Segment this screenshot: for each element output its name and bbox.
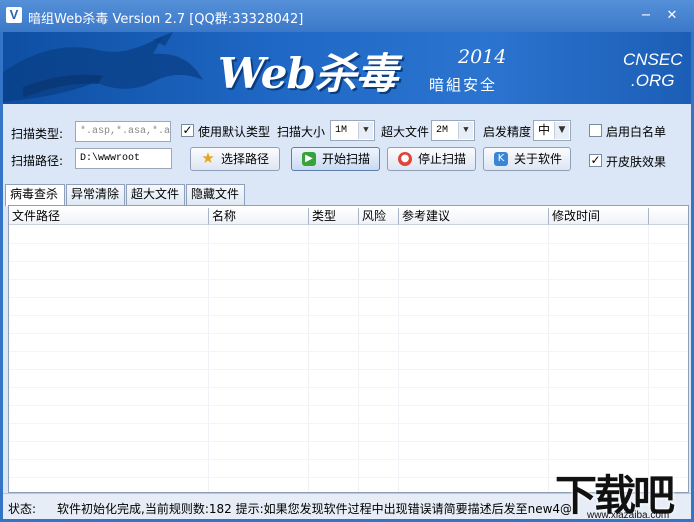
window-title: 暗组Web杀毒 Version 2.7 [QQ群:33328042] (28, 12, 304, 27)
app-window: V 暗组Web杀毒 Version 2.7 [QQ群:33328042] − ✕… (0, 0, 694, 522)
use-default-type-checkbox[interactable]: ✓ (181, 124, 194, 137)
chevron-down-icon: ▼ (458, 122, 473, 139)
column-divider (208, 225, 209, 492)
banner-org-line1: CNSEC (623, 50, 683, 69)
start-scan-button[interactable]: ▶ 开始扫描 (291, 147, 380, 171)
row-gridline (9, 261, 688, 262)
table-header: 文件路径 名称 类型 风险 参考建议 修改时间 (9, 208, 688, 225)
stop-scan-label: 停止扫描 (418, 152, 467, 166)
tab-large-files[interactable]: 超大文件 (126, 184, 185, 205)
row-gridline (9, 315, 688, 316)
tab-anomaly-clean[interactable]: 异常清除 (66, 184, 125, 205)
column-header-modified[interactable]: 修改时间 (549, 208, 649, 225)
start-scan-label: 开始扫描 (322, 152, 371, 166)
column-divider (648, 225, 649, 492)
row-gridline (9, 459, 688, 460)
close-button[interactable]: ✕ (662, 7, 682, 25)
tab-virus-scan[interactable]: 病毒查杀 (5, 184, 65, 206)
row-gridline (9, 369, 688, 370)
large-file-label: 超大文件 (381, 125, 430, 139)
scan-path-input[interactable]: D:\wwwroot (75, 148, 172, 169)
column-header-risk[interactable]: 风险 (359, 208, 399, 225)
heuristic-label: 启发精度 (483, 125, 532, 139)
chevron-down-icon: ▼ (554, 122, 569, 139)
scan-type-input[interactable]: *.asp,*.asa,*.a (75, 121, 171, 142)
row-gridline (9, 279, 688, 280)
column-header-path[interactable]: 文件路径 (9, 208, 209, 225)
tab-hidden-files[interactable]: 隐藏文件 (186, 184, 245, 205)
scan-type-label: 扫描类型: (11, 127, 64, 141)
column-header-filler (649, 208, 688, 225)
banner-org-line2: .ORG (631, 71, 675, 90)
star-icon: ★ (201, 149, 215, 167)
skin-effect-label: 开皮肤效果 (606, 155, 667, 169)
watermark: 下载吧 www.xiazaiba.com (555, 462, 694, 522)
row-gridline (9, 423, 688, 424)
banner-subtitle: 暗組安全 (429, 76, 498, 94)
status-label: 状态: (8, 502, 37, 516)
use-default-type-label: 使用默认类型 (198, 125, 271, 139)
column-header-advice[interactable]: 参考建议 (399, 208, 549, 225)
scan-size-value: 1M (335, 125, 348, 136)
row-gridline (9, 351, 688, 352)
column-divider (308, 225, 309, 492)
whitelist-label: 启用白名单 (606, 125, 667, 139)
about-button[interactable]: K 关于软件 (483, 147, 571, 171)
scan-path-label: 扫描路径: (11, 154, 64, 168)
app-logo-icon: V (6, 7, 22, 23)
column-divider (358, 225, 359, 492)
status-message: 软件初始化完成,当前规则数:182 提示:如果您发现软件过程中出现错误请简要描述… (57, 502, 573, 516)
skin-effect-checkbox[interactable]: ✓ (589, 154, 602, 167)
dragon-graphic (3, 32, 203, 102)
column-header-name[interactable]: 名称 (209, 208, 309, 225)
column-divider (398, 225, 399, 492)
row-gridline (9, 441, 688, 442)
scan-size-select[interactable]: 1M ▼ (330, 120, 375, 141)
row-gridline (9, 333, 688, 334)
row-gridline (9, 243, 688, 244)
play-icon: ▶ (302, 152, 316, 166)
row-gridline (9, 405, 688, 406)
minimize-button[interactable]: − (636, 7, 656, 25)
select-path-button[interactable]: ★ 选择路径 (190, 147, 280, 171)
results-table[interactable]: 文件路径 名称 类型 风险 参考建议 修改时间 (8, 205, 689, 493)
about-label: 关于软件 (514, 152, 563, 166)
info-icon: K (494, 152, 508, 166)
large-file-value: 2M (436, 125, 449, 136)
stop-scan-button[interactable]: ● 停止扫描 (387, 147, 476, 171)
large-file-select[interactable]: 2M ▼ (431, 120, 475, 141)
watermark-url: www.xiazaiba.com (587, 510, 670, 521)
scan-size-label: 扫描大小 (277, 125, 326, 139)
column-divider (548, 225, 549, 492)
banner-title: Web杀毒 (218, 49, 398, 98)
stop-icon: ● (398, 152, 412, 166)
row-gridline (9, 387, 688, 388)
banner-year: 2014 (458, 46, 507, 68)
main-panel: 扫描类型: *.asp,*.asa,*.a ✓ 使用默认类型 扫描大小 1M ▼… (3, 104, 691, 493)
chevron-down-icon: ▼ (358, 122, 373, 139)
column-header-type[interactable]: 类型 (309, 208, 359, 225)
heuristic-value: 中 (538, 123, 551, 137)
header-banner: Web杀毒 2014 暗組安全 CNSEC .ORG (3, 32, 691, 104)
select-path-label: 选择路径 (221, 152, 270, 166)
heuristic-select[interactable]: 中 ▼ (533, 120, 571, 141)
row-gridline (9, 297, 688, 298)
title-bar[interactable]: V 暗组Web杀毒 Version 2.7 [QQ群:33328042] − ✕ (0, 0, 694, 32)
whitelist-checkbox[interactable] (589, 124, 602, 137)
